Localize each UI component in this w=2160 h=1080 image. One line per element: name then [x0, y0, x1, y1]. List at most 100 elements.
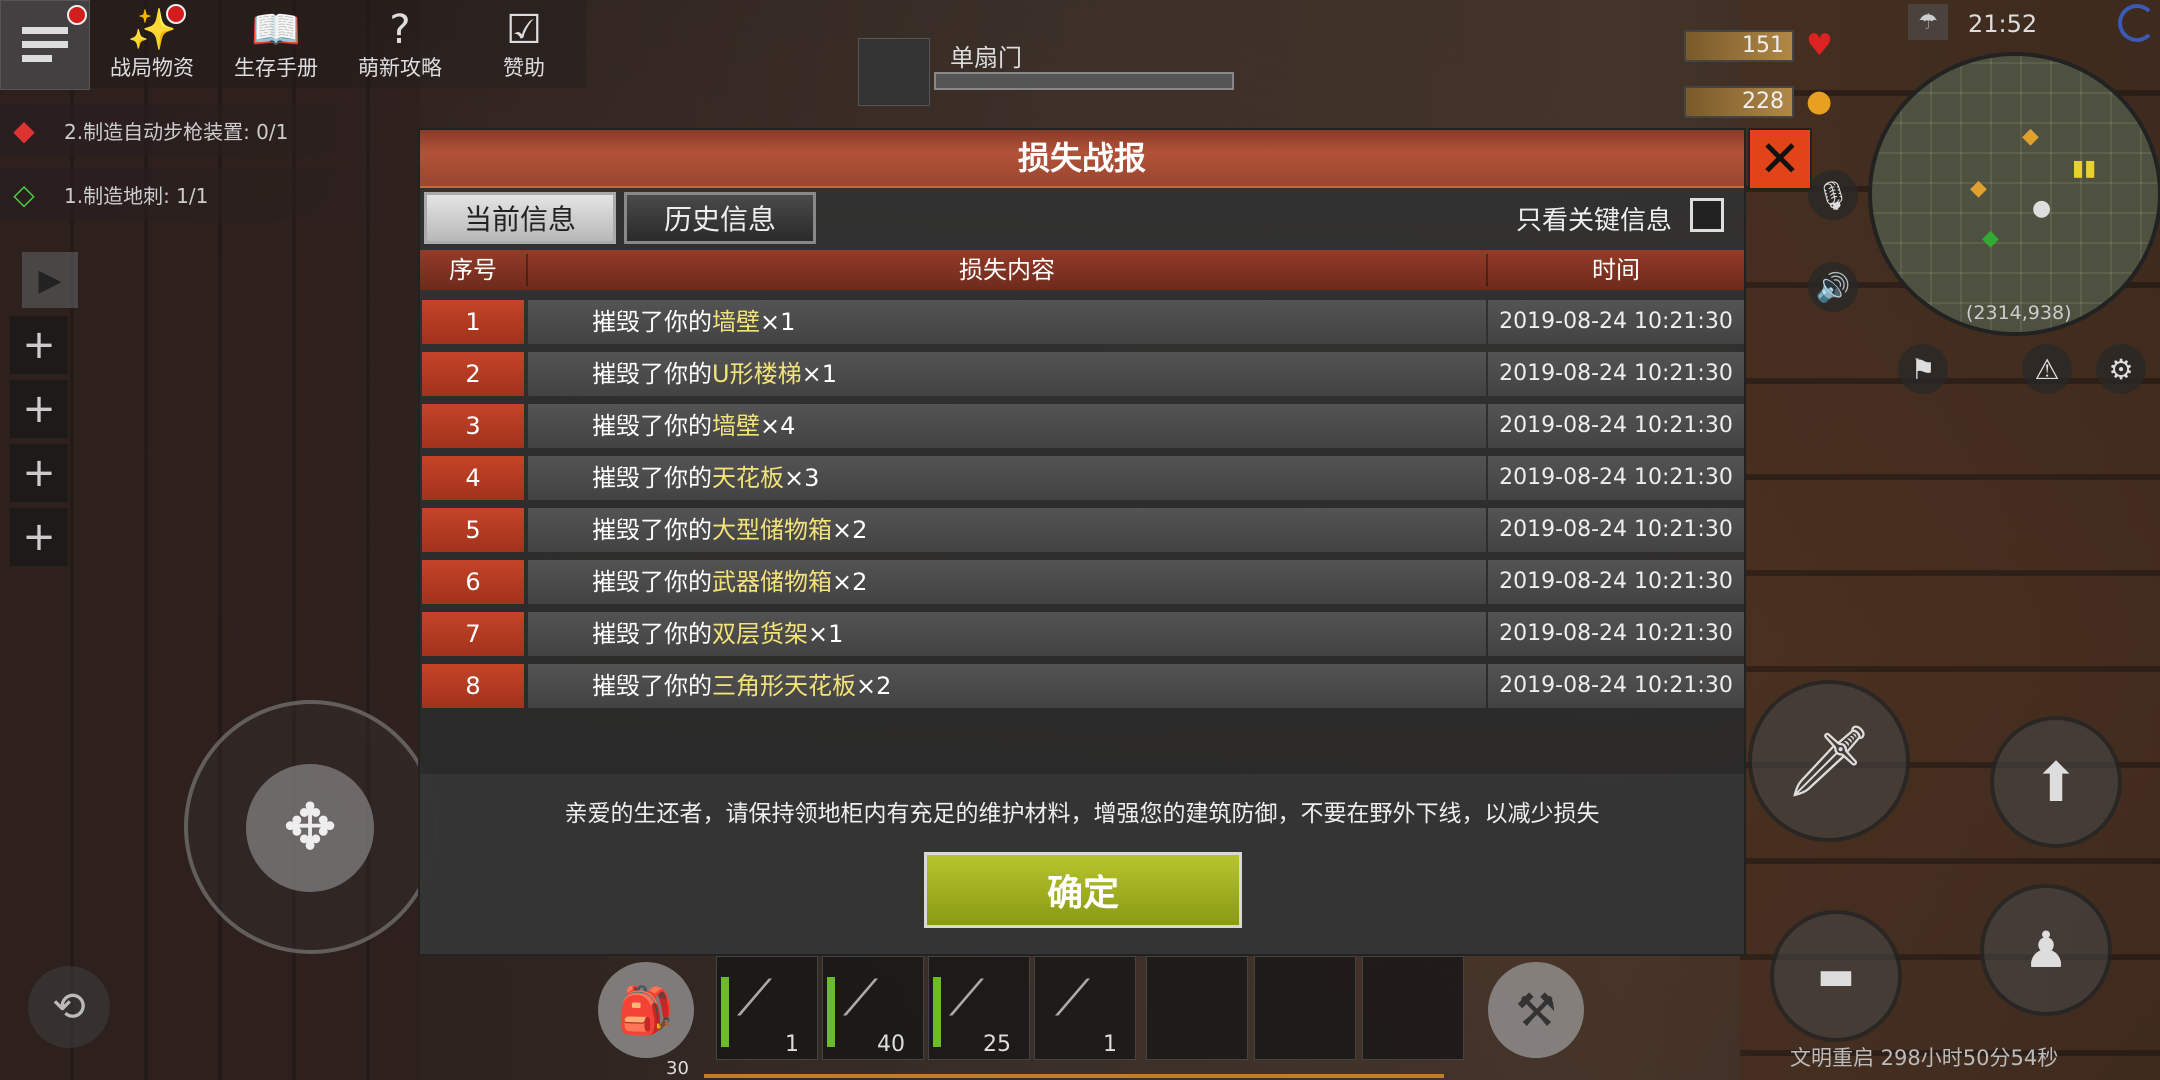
prone-button[interactable]: ▬ [1770, 910, 1902, 1042]
table-header: 序号 损失内容 时间 [420, 250, 1744, 290]
toolbar-item-label: 战局物资 [110, 56, 194, 80]
toolbar-item-battle-supplies[interactable]: ✨ 战局物资 [90, 0, 214, 88]
flag-icon[interactable]: ⚑ [1898, 344, 1948, 394]
row-content: 摧毁了你的三角形天花板×2 [528, 664, 1486, 708]
knife-icon: 🗡 [1784, 719, 1874, 802]
toolbar-item-guide[interactable]: ? 萌新攻略 [338, 0, 462, 88]
row-time: 2019-08-24 10:21:30 [1488, 456, 1744, 500]
hotbar-slot[interactable]: ⟋ 25 [928, 956, 1030, 1060]
durability-bar [721, 977, 729, 1047]
add-slot-button[interactable]: + [10, 380, 68, 438]
close-dialog-button[interactable]: ✕ [1748, 128, 1812, 190]
row-content-item: 墙壁 [712, 412, 760, 440]
speaker-icon[interactable]: 🔊 [1808, 262, 1858, 312]
tab-history-info[interactable]: 历史信息 [624, 192, 816, 244]
row-content-quantity: ×1 [760, 308, 796, 336]
help-icon: ? [389, 7, 411, 53]
tab-current-info[interactable]: 当前信息 [424, 192, 616, 244]
slot-count: 1 [785, 1032, 799, 1057]
quest-item[interactable]: ◆ 2.制造自动步枪装置: 0/1 [0, 104, 406, 156]
row-index: 6 [422, 560, 524, 604]
row-index: 3 [422, 404, 524, 448]
row-time: 2019-08-24 10:21:30 [1488, 664, 1744, 708]
row-content: 摧毁了你的武器储物箱×2 [528, 560, 1486, 604]
row-content: 摧毁了你的天花板×3 [528, 456, 1486, 500]
row-time: 2019-08-24 10:21:30 [1488, 404, 1744, 448]
row-content-item: 墙壁 [712, 308, 760, 336]
heart-icon: ♥ [1806, 28, 1833, 63]
add-slot-button[interactable]: + [10, 316, 68, 374]
hotbar-slot-empty[interactable] [1254, 956, 1356, 1060]
moon-icon [2118, 4, 2156, 42]
machete-icon: ⟋ [737, 969, 772, 1027]
toolbar-item-sponsor[interactable]: ☑ 赞助 [462, 0, 586, 88]
row-content-item: 大型储物箱 [712, 516, 832, 544]
syringe-icon: ⟋ [1055, 969, 1090, 1027]
add-slot-button[interactable]: + [10, 444, 68, 502]
movement-joystick-knob[interactable]: ✥ [246, 764, 374, 892]
table-row: 3 摧毁了你的墙壁×4 2019-08-24 10:21:30 [420, 404, 1744, 448]
add-slot-button[interactable]: + [10, 508, 68, 566]
top-toolbar: ✨ 战局物资 📖 生存手册 ? 萌新攻略 ☑ 赞助 [0, 0, 586, 90]
jump-button[interactable]: ⬆ [1990, 716, 2122, 848]
minimap[interactable]: ◆ ◆ ◆ ● ▮▮ [1868, 52, 2160, 336]
melee-attack-button[interactable]: 🗡 [1748, 680, 1910, 842]
food-icon: ● [1806, 84, 1833, 119]
quest-complete-icon: ◇ [13, 177, 35, 211]
crouch-icon: ♟ [2023, 921, 2069, 979]
notification-dot [166, 4, 186, 24]
row-index: 2 [422, 352, 524, 396]
row-index: 5 [422, 508, 524, 552]
quest-item[interactable]: ◇ 1.制造地刺: 1/1 [0, 168, 406, 220]
target-health-bar [934, 72, 1234, 90]
slot-count: 25 [983, 1032, 1011, 1057]
row-content-item: 双层货架 [712, 620, 808, 648]
plus-icon: + [22, 514, 56, 560]
hotbar-slot[interactable]: ⟋ 1 [716, 956, 818, 1060]
table-row: 4 摧毁了你的天花板×3 2019-08-24 10:21:30 [420, 456, 1744, 500]
row-index: 4 [422, 456, 524, 500]
warning-icon[interactable]: ⚠ [2022, 344, 2072, 394]
player-position-icon: ● [2032, 196, 2052, 221]
toolbar-item-survival-manual[interactable]: 📖 生存手册 [214, 0, 338, 88]
row-content: 摧毁了你的双层货架×1 [528, 612, 1486, 656]
row-content-item: 武器储物箱 [712, 568, 832, 596]
row-time: 2019-08-24 10:21:30 [1488, 508, 1744, 552]
crouch-button[interactable]: ♟ [1980, 884, 2112, 1016]
row-content-item: U形楼梯 [712, 360, 802, 388]
row-content: 摧毁了你的墙壁×4 [528, 404, 1486, 448]
expand-play-button[interactable]: ▶ [22, 252, 78, 308]
column-header-index: 序号 [449, 256, 497, 284]
backpack-button[interactable]: 🎒 [598, 962, 694, 1058]
durability-bar [933, 977, 941, 1047]
hotbar-slot-empty[interactable] [1146, 956, 1248, 1060]
row-content-prefix: 摧毁了你的 [592, 672, 712, 700]
column-header-time: 时间 [1592, 256, 1640, 284]
backpack-icon: 🎒 [617, 982, 675, 1037]
map-marker-icon: ◆ [1982, 226, 1999, 251]
hotbar-slot-empty[interactable] [1362, 956, 1464, 1060]
row-index: 1 [422, 300, 524, 344]
crafting-button[interactable]: ⚒ [1488, 962, 1584, 1058]
row-content-quantity: ×2 [832, 516, 868, 544]
filter-key-info-checkbox[interactable] [1690, 198, 1724, 232]
row-time: 2019-08-24 10:21:30 [1488, 352, 1744, 396]
map-marker-icon: ◆ [1970, 176, 1987, 201]
plus-icon: + [22, 450, 56, 496]
book-icon: 📖 [251, 7, 301, 53]
microphone-icon[interactable]: 🎙 [1808, 170, 1858, 220]
map-coordinates: (2314,938) [1966, 302, 2072, 324]
parachute-icon[interactable]: ☂ [1908, 4, 1948, 40]
quest-incomplete-icon: ◆ [13, 113, 35, 147]
toolbar-item-label: 萌新攻略 [358, 56, 442, 80]
tools-icon: ⚒ [1515, 983, 1557, 1037]
menu-button[interactable] [0, 0, 90, 90]
row-content-prefix: 摧毁了你的 [592, 516, 712, 544]
settings-gear-icon[interactable]: ⚙ [2096, 344, 2146, 394]
row-content-item: 三角形天花板 [712, 672, 856, 700]
animal-switch-icon[interactable]: ⟲ [28, 966, 110, 1048]
clock: 21:52 [1968, 10, 2038, 38]
hotbar-slot[interactable]: ⟋ 1 [1034, 956, 1136, 1060]
hotbar-slot[interactable]: ⟋ 40 [822, 956, 924, 1060]
confirm-button[interactable]: 确定 [924, 852, 1242, 928]
